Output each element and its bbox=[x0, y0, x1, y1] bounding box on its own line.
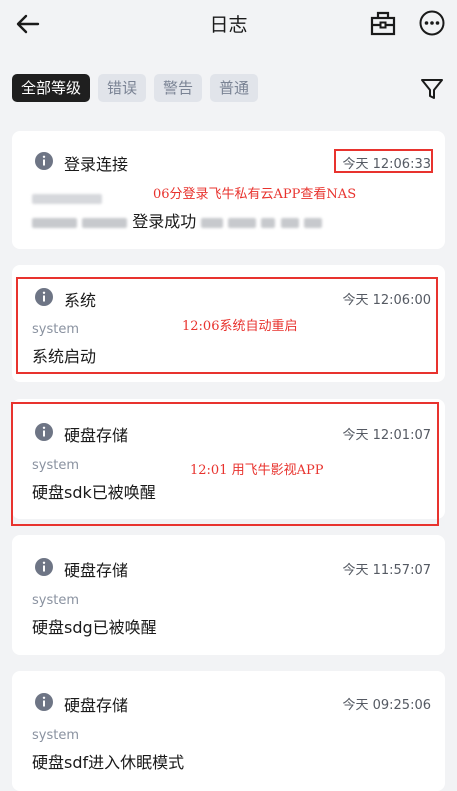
log-category: 硬盘存储 bbox=[64, 561, 129, 580]
log-card[interactable]: 硬盘存储 今天 11:57:07 system 硬盘sdg已被唤醒 bbox=[12, 535, 445, 655]
info-icon bbox=[35, 693, 53, 711]
annotation-box-time bbox=[334, 149, 433, 173]
chip-normal[interactable]: 普通 bbox=[210, 74, 259, 102]
log-time: 今天 09:25:06 bbox=[342, 698, 431, 713]
funnel-icon[interactable] bbox=[420, 77, 444, 101]
toolbox-icon[interactable] bbox=[369, 9, 397, 37]
chip-all-levels[interactable]: 全部等级 bbox=[12, 74, 91, 102]
more-circle-icon[interactable] bbox=[418, 9, 446, 37]
chip-error[interactable]: 错误 bbox=[98, 74, 147, 102]
log-card[interactable]: 硬盘存储 今天 09:25:06 system 硬盘sdf进入休眠模式 bbox=[12, 671, 445, 791]
annotation-text: 06分登录飞牛私有云APP查看NAS bbox=[153, 187, 357, 202]
log-message: 硬盘sdg已被唤醒 bbox=[32, 618, 157, 637]
log-category: 硬盘存储 bbox=[64, 696, 129, 715]
info-icon bbox=[35, 558, 53, 576]
annotation-text: 12:06系统自动重启 bbox=[182, 319, 298, 334]
app-header: 日志 bbox=[0, 0, 457, 48]
log-message-line: 登录成功 bbox=[32, 208, 322, 232]
chip-warning[interactable]: 警告 bbox=[154, 74, 203, 102]
redacted-text bbox=[32, 188, 102, 207]
log-category: 登录连接 bbox=[64, 155, 129, 174]
annotation-text: 12:01 用飞牛影视APP bbox=[190, 463, 324, 478]
log-source: system bbox=[32, 728, 79, 743]
log-source: system bbox=[32, 593, 79, 608]
level-filter-bar: 全部等级 错误 警告 普通 bbox=[12, 74, 259, 104]
info-icon bbox=[35, 152, 53, 170]
log-message: 登录成功 bbox=[132, 212, 197, 231]
log-time: 今天 11:57:07 bbox=[342, 563, 431, 578]
log-message: 硬盘sdf进入休眠模式 bbox=[32, 753, 185, 772]
